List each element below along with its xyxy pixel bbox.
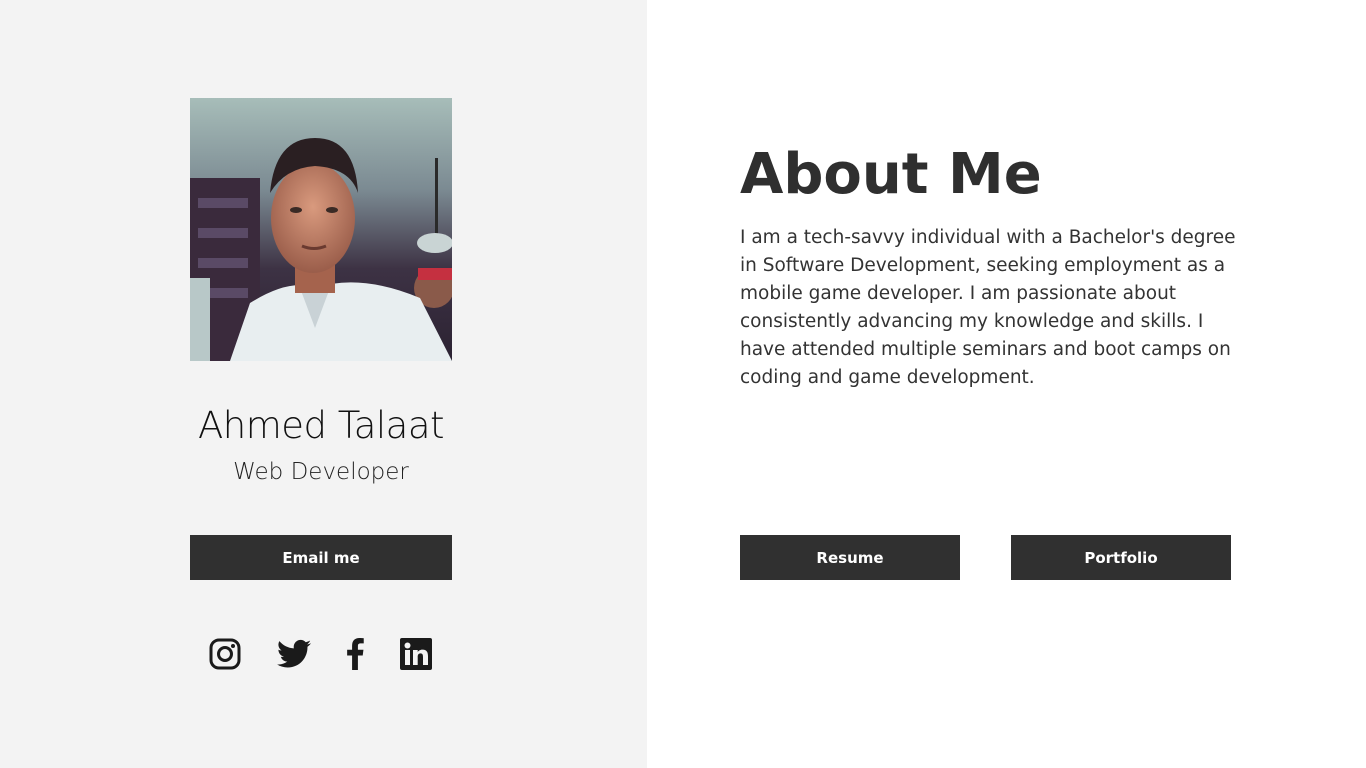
page: Ahmed Talaat Web Developer Email me Abou… bbox=[0, 0, 1366, 768]
about-title: About Me bbox=[740, 142, 1042, 207]
profile-photo bbox=[190, 98, 452, 361]
resume-button[interactable]: Resume bbox=[740, 535, 960, 580]
instagram-icon[interactable] bbox=[207, 636, 243, 672]
twitter-icon[interactable] bbox=[276, 636, 312, 672]
portfolio-button[interactable]: Portfolio bbox=[1011, 535, 1231, 580]
profile-panel: Ahmed Talaat Web Developer Email me bbox=[0, 0, 647, 768]
facebook-icon[interactable] bbox=[337, 636, 373, 672]
about-text: I am a tech-savvy individual with a Bach… bbox=[740, 227, 1236, 388]
email-me-button[interactable]: Email me bbox=[190, 535, 452, 580]
profile-name: Ahmed Talaat bbox=[197, 404, 445, 447]
about-panel: About Me I am a tech-savvy individual wi… bbox=[647, 0, 1366, 768]
linkedin-icon[interactable] bbox=[398, 636, 434, 672]
social-links bbox=[190, 636, 452, 672]
profile-role: Web Developer bbox=[233, 459, 409, 485]
